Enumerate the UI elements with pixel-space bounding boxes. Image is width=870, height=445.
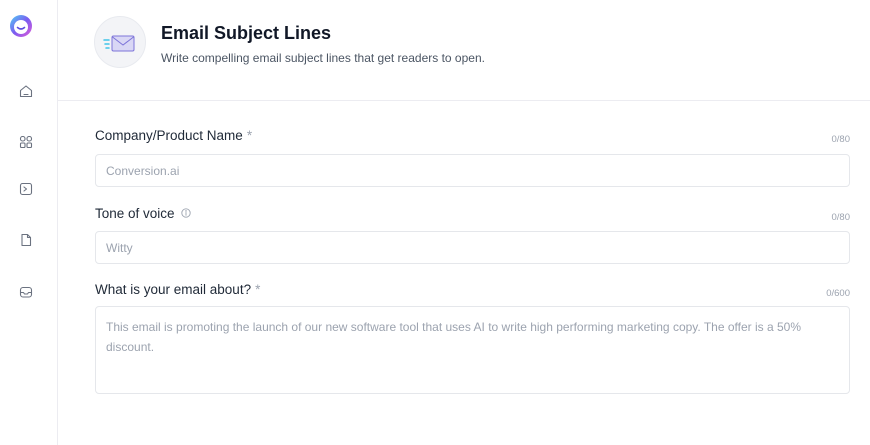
tone-of-voice-label: Tone of voice bbox=[95, 206, 191, 221]
terminal-icon[interactable] bbox=[19, 182, 33, 196]
grid-icon[interactable] bbox=[19, 135, 33, 149]
page-header: Email Subject Lines Write compelling ema… bbox=[58, 0, 870, 101]
document-icon[interactable] bbox=[19, 233, 33, 247]
info-icon[interactable] bbox=[180, 206, 191, 218]
inbox-icon[interactable] bbox=[19, 285, 33, 299]
required-asterisk: * bbox=[246, 128, 253, 143]
company-name-char-counter: 0/80 bbox=[831, 134, 851, 145]
tone-of-voice-input[interactable] bbox=[95, 231, 850, 264]
company-name-label-text: Company/Product Name bbox=[95, 128, 243, 143]
sidebar bbox=[0, 0, 58, 445]
company-name-label: Company/Product Name * bbox=[95, 128, 252, 143]
required-asterisk: * bbox=[255, 282, 261, 297]
home-icon[interactable] bbox=[19, 84, 33, 98]
tone-of-voice-char-counter: 0/80 bbox=[831, 212, 851, 223]
page-subtitle: Write compelling email subject lines tha… bbox=[161, 51, 485, 65]
email-about-label-text: What is your email about? bbox=[95, 282, 252, 297]
company-name-input[interactable] bbox=[95, 154, 850, 187]
app-logo-icon[interactable] bbox=[8, 13, 34, 39]
email-envelope-icon bbox=[94, 16, 146, 68]
email-about-textarea[interactable] bbox=[95, 306, 850, 394]
page-title: Email Subject Lines bbox=[161, 23, 332, 43]
tone-of-voice-label-text: Tone of voice bbox=[95, 206, 175, 221]
email-about-label: What is your email about? * bbox=[95, 282, 260, 297]
email-about-char-counter: 0/600 bbox=[826, 288, 850, 299]
